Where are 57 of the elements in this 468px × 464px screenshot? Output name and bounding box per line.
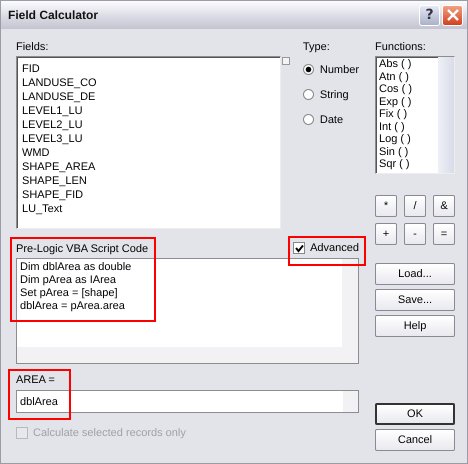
function-item[interactable]: Cos ( ): [379, 83, 438, 96]
field-item[interactable]: WMD: [22, 146, 280, 160]
radio-label: Number: [320, 64, 359, 76]
field-item[interactable]: LEVEL2_LU: [22, 118, 280, 132]
field-item[interactable]: LEVEL3_LU: [22, 132, 280, 146]
field-item[interactable]: LEVEL1_LU: [22, 104, 280, 118]
code-line: dblArea = pArea.area: [20, 300, 125, 313]
radio-button[interactable]: [302, 89, 314, 100]
close-button[interactable]: [442, 4, 463, 26]
function-item[interactable]: Exp ( ): [379, 96, 438, 108]
operator-button[interactable]: &: [433, 195, 455, 217]
checkbox-label: Advanced: [310, 242, 359, 254]
dialog-button[interactable]: OK: [375, 403, 455, 425]
operator-button[interactable]: -: [404, 223, 426, 245]
function-item[interactable]: Sin ( ): [379, 146, 438, 158]
script-label: Pre-Logic VBA Script Code: [16, 242, 148, 257]
code-editor[interactable]: Dim dblArea as double Dim pArea as IArea Set pArea = [shape] dblArea = pArea.area: [16, 258, 359, 364]
vertical-scrollbar[interactable]: [438, 57, 454, 173]
dialog-button[interactable]: Load...: [375, 263, 455, 285]
code-line: Dim pArea as IArea: [20, 274, 116, 287]
functions-label: Functions:: [375, 40, 427, 55]
window-title: Field Calculator: [8, 8, 98, 22]
field-item[interactable]: SHAPE_FID: [22, 188, 280, 202]
function-item[interactable]: Int ( ): [379, 120, 438, 133]
fields-label: Fields:: [16, 40, 50, 55]
field-item[interactable]: LANDUSE_DE: [22, 90, 280, 104]
list-toggle-button[interactable]: [282, 57, 290, 65]
code-line: Dim dblArea as double: [20, 261, 132, 274]
type-label: Type:: [302, 40, 331, 55]
radio-label: String: [320, 88, 349, 100]
function-item[interactable]: Fix ( ): [379, 108, 438, 120]
vertical-scrollbar[interactable]: [342, 259, 358, 347]
operator-button[interactable]: =: [433, 223, 455, 245]
dialog-button[interactable]: Help: [375, 315, 455, 337]
radio-button[interactable]: [302, 114, 314, 125]
dialog-button[interactable]: Cancel: [375, 429, 455, 451]
field-item[interactable]: FID: [22, 62, 280, 76]
function-item[interactable]: Abs ( ): [379, 58, 438, 70]
field-item[interactable]: LANDUSE_CO: [22, 76, 280, 90]
checkbox-label: Calculate selected records only: [33, 427, 186, 439]
operator-button[interactable]: +: [375, 223, 397, 245]
function-item[interactable]: Sqr ( ): [379, 158, 438, 170]
radio-button[interactable]: [302, 64, 314, 75]
code-line: Set pArea = [shape]: [20, 287, 118, 300]
help-button[interactable]: ?: [419, 4, 440, 26]
operator-button[interactable]: *: [375, 195, 397, 217]
expression-label: AREA =: [16, 373, 55, 388]
function-item[interactable]: Atn ( ): [379, 70, 438, 83]
operator-button[interactable]: /: [404, 195, 426, 217]
close-icon[interactable]: [446, 9, 458, 21]
dialog-button[interactable]: Save...: [375, 289, 455, 311]
field-item[interactable]: SHAPE_LEN: [22, 174, 280, 188]
field-item[interactable]: LU_Text: [22, 202, 280, 216]
horizontal-scrollbar[interactable]: [17, 347, 358, 363]
radio-label: Date: [320, 114, 344, 126]
function-item[interactable]: Log ( ): [379, 133, 438, 146]
field-item[interactable]: SHAPE_AREA: [22, 160, 280, 174]
